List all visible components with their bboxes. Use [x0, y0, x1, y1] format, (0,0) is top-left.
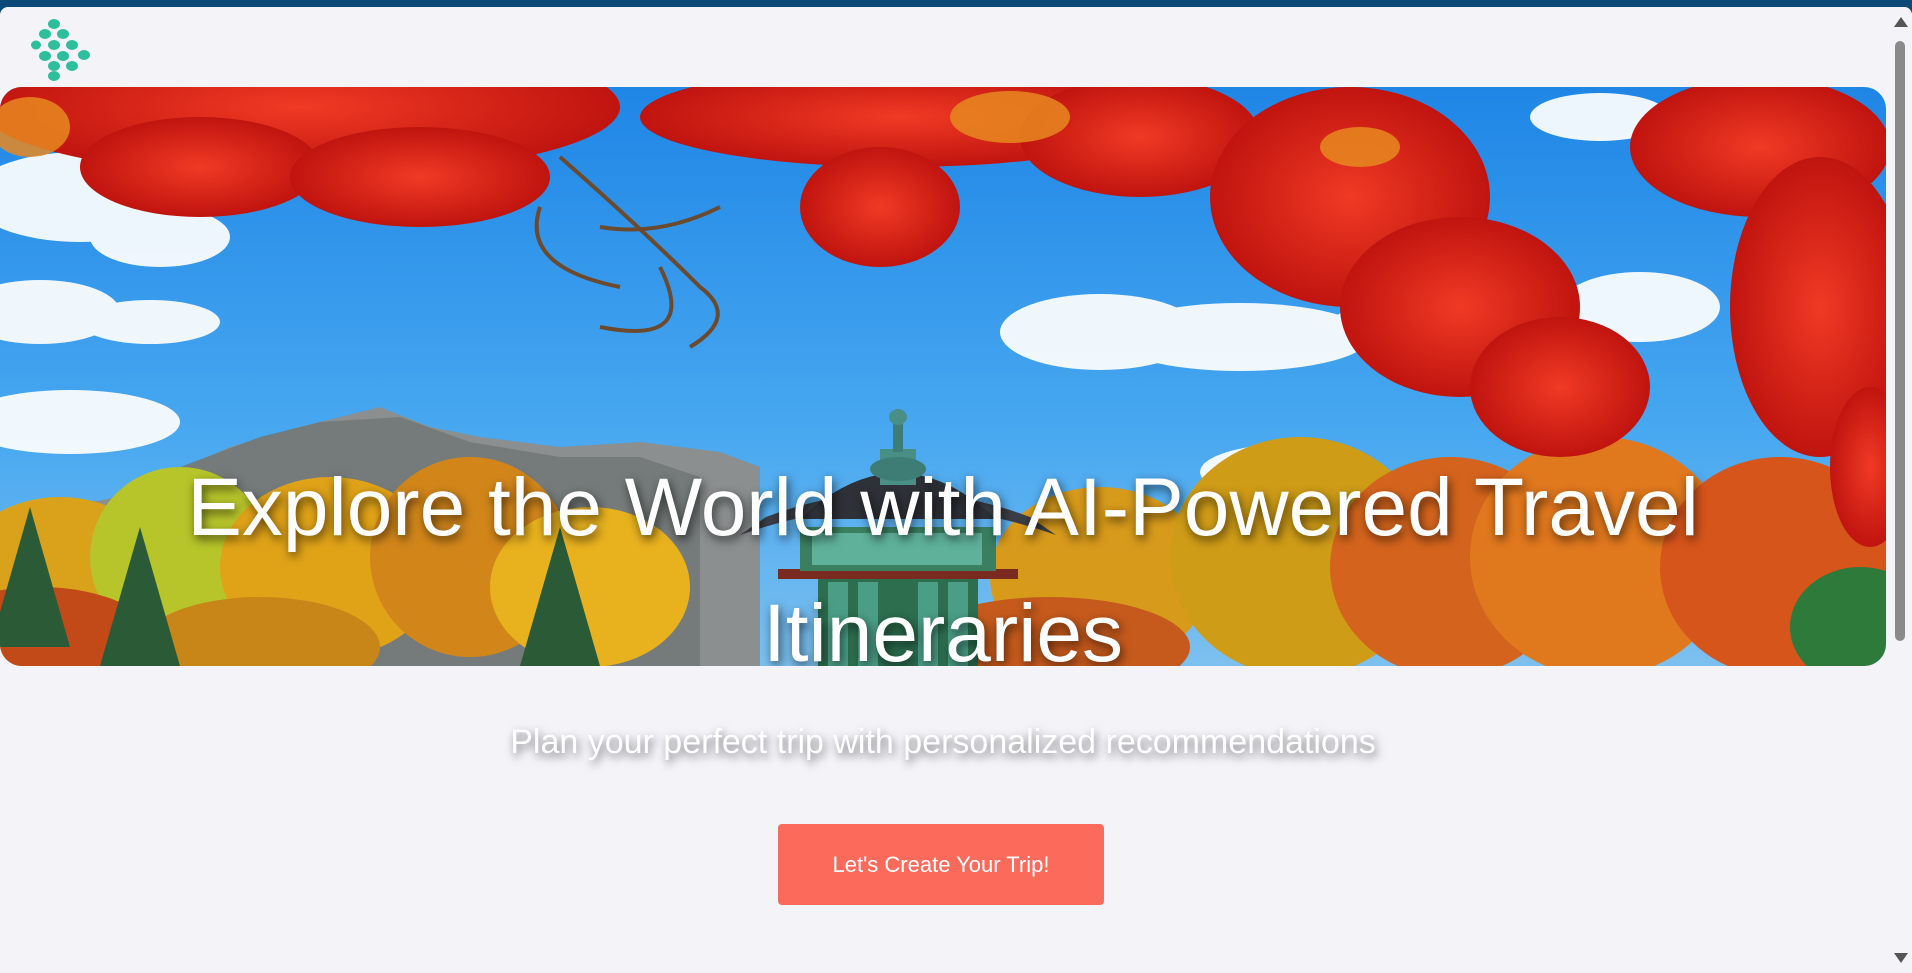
create-trip-button[interactable]: Let's Create Your Trip! [778, 824, 1104, 905]
dot-cluster-logo-icon [31, 19, 90, 81]
page-viewport: Explore the World with AI-Powered Travel… [0, 7, 1912, 973]
vertical-scrollbar[interactable] [1888, 7, 1912, 973]
app-logo-icon[interactable] [28, 18, 92, 82]
hero-title: Explore the World with AI-Powered Travel… [187, 462, 1699, 666]
scrollbar-thumb[interactable] [1895, 41, 1905, 641]
hero-subtitle: Plan your perfect trip with personalized… [510, 723, 1376, 761]
scroll-up-arrow-icon[interactable] [1894, 17, 1908, 27]
scroll-down-arrow-icon[interactable] [1894, 953, 1908, 963]
hero-banner: Explore the World with AI-Powered Travel… [0, 87, 1886, 666]
